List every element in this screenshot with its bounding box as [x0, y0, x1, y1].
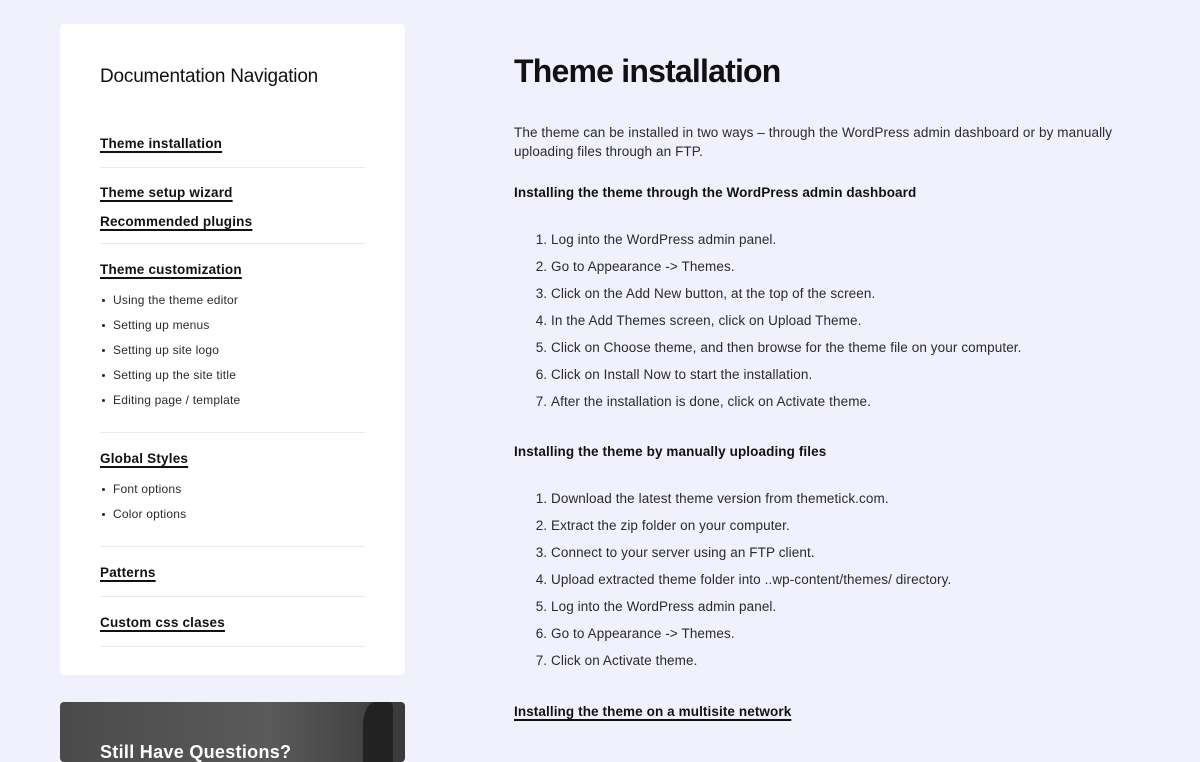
nav-link-global-styles[interactable]: Global Styles: [100, 451, 188, 466]
step-item: Download the latest theme version from t…: [551, 485, 1154, 512]
intro-paragraph: The theme can be installed in two ways –…: [514, 125, 1113, 159]
nav-group-custom-css: Custom css clases: [100, 597, 365, 647]
nav-link-theme-installation[interactable]: Theme installation: [100, 136, 222, 151]
steps-list-dashboard: Log into the WordPress admin panel. Go t…: [514, 226, 1154, 415]
sub-link-menus[interactable]: Setting up menus: [100, 313, 365, 338]
section-heading-dashboard: Installing the theme through the WordPre…: [514, 185, 917, 200]
nav-group-setup: Theme setup wizard Recommended plugins: [100, 168, 365, 244]
nav-title: Documentation Navigation: [100, 66, 319, 87]
sub-link-color-options[interactable]: Color options: [100, 502, 365, 527]
step-item: Go to Appearance -> Themes.: [551, 253, 1154, 280]
step-item: Connect to your server using an FTP clie…: [551, 539, 1154, 566]
questions-promo-card[interactable]: Still Have Questions?: [60, 702, 405, 762]
step-item: Extract the zip folder on your computer.: [551, 512, 1154, 539]
global-styles-sub-list: Font options Color options: [100, 477, 365, 527]
section-heading-manual: Installing the theme by manually uploadi…: [514, 444, 827, 459]
sub-link-theme-editor[interactable]: Using the theme editor: [100, 288, 365, 313]
promo-image: [363, 702, 393, 762]
sub-link-site-title[interactable]: Setting up the site title: [100, 363, 365, 388]
nav-link-theme-setup-wizard[interactable]: Theme setup wizard: [100, 185, 233, 200]
step-item: Upload extracted theme folder into ..wp-…: [551, 566, 1154, 593]
step-item: In the Add Themes screen, click on Uploa…: [551, 307, 1154, 334]
sub-link-site-logo[interactable]: Setting up site logo: [100, 338, 365, 363]
nav-group-global-styles: Global Styles Font options Color options: [100, 433, 365, 547]
nav-group-customization: Theme customization Using the theme edit…: [100, 244, 365, 433]
step-item: Click on Activate theme.: [551, 647, 1154, 674]
section-link-multisite[interactable]: Installing the theme on a multisite netw…: [514, 704, 791, 719]
steps-list-manual: Download the latest theme version from t…: [514, 485, 1154, 674]
customization-sub-list: Using the theme editor Setting up menus …: [100, 288, 365, 413]
nav-group-patterns: Patterns: [100, 547, 365, 597]
page-title: Theme installation: [514, 53, 781, 89]
nav-link-theme-customization[interactable]: Theme customization: [100, 262, 242, 277]
nav-group-installation: Theme installation: [100, 135, 365, 168]
sub-link-page-template[interactable]: Editing page / template: [100, 388, 365, 413]
step-item: Log into the WordPress admin panel.: [551, 593, 1154, 620]
nav-link-patterns[interactable]: Patterns: [100, 565, 156, 580]
nav-link-recommended-plugins[interactable]: Recommended plugins: [100, 214, 252, 229]
step-item: Click on the Add New button, at the top …: [551, 280, 1154, 307]
main-content: Theme installation The theme can be inst…: [514, 0, 1154, 721]
promo-text: Still Have Questions?: [100, 742, 292, 762]
step-item: Go to Appearance -> Themes.: [551, 620, 1154, 647]
step-item: Click on Install Now to start the instal…: [551, 361, 1154, 388]
step-item: Log into the WordPress admin panel.: [551, 226, 1154, 253]
sub-link-font-options[interactable]: Font options: [100, 477, 365, 502]
nav-link-custom-css-classes[interactable]: Custom css clases: [100, 615, 225, 630]
step-item: Click on Choose theme, and then browse f…: [551, 334, 1154, 361]
step-item: After the installation is done, click on…: [551, 388, 1154, 415]
documentation-sidebar: Documentation Navigation Theme installat…: [60, 24, 405, 675]
